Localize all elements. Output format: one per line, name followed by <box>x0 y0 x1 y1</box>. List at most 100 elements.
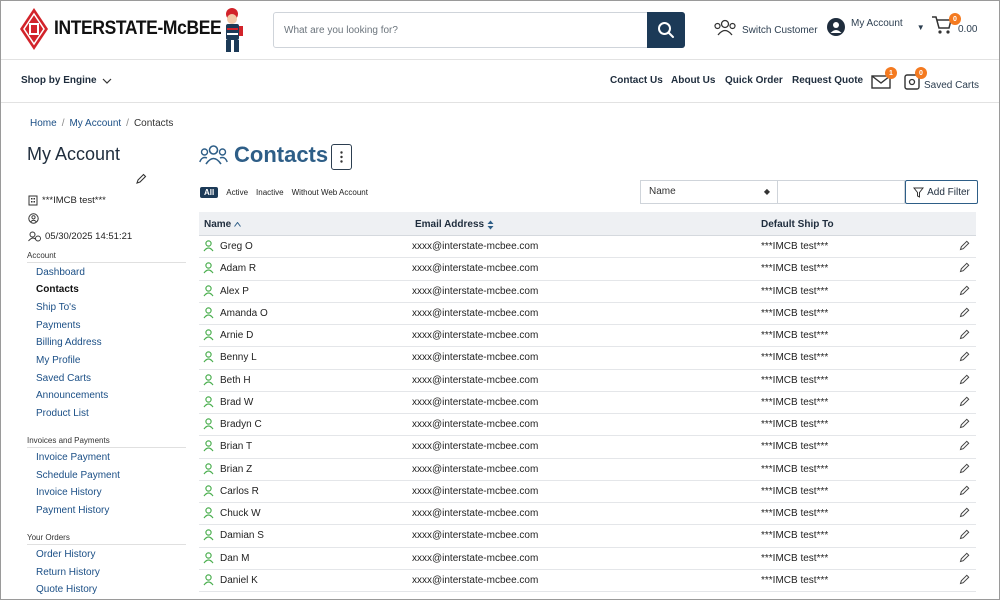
table-row[interactable]: Daniel K xxxx@interstate-mcbee.com ***IMCB… <box>199 570 976 592</box>
contact-name[interactable]: Dan M <box>220 553 249 564</box>
table-row[interactable]: Brian T xxxx@interstate-mcbee.com ***IMCB … <box>199 436 976 459</box>
edit-pencil-icon[interactable] <box>959 418 970 429</box>
edit-pencil-icon[interactable] <box>959 485 970 496</box>
sidebar-item-announcements[interactable]: Announcements <box>36 390 108 401</box>
my-account-menu[interactable]: My Account ▼ <box>826 17 925 37</box>
column-header-email[interactable]: Email Address <box>415 219 494 230</box>
edit-pencil-icon[interactable] <box>959 552 970 563</box>
sidebar-item-billing-address[interactable]: Billing Address <box>36 337 102 348</box>
table-row[interactable]: Benny L xxxx@interstate-mcbee.com ***IMCB … <box>199 347 976 370</box>
table-row[interactable]: Carlos R xxxx@interstate-mcbee.com ***IMCB… <box>199 481 976 503</box>
filter-tab-inactive[interactable]: Inactive <box>256 188 284 197</box>
sidebar-item-my-profile[interactable]: My Profile <box>36 355 80 366</box>
contact-ship-to: ***IMCB test*** <box>761 374 829 386</box>
contact-name[interactable]: Adam R <box>220 263 256 274</box>
edit-pencil-icon[interactable] <box>959 351 970 362</box>
contact-email: xxxx@interstate-mcbee.com <box>412 285 539 297</box>
contact-name[interactable]: Arnie D <box>220 330 253 341</box>
add-filter-label: Add Filter <box>927 186 970 198</box>
sidebar-item-quote-history[interactable]: Quote History <box>36 584 97 595</box>
edit-pencil-icon[interactable] <box>959 307 970 318</box>
contacts-group-icon <box>199 145 228 165</box>
sidebar-item-saved-carts[interactable]: Saved Carts <box>36 373 91 384</box>
contact-name[interactable]: Beth H <box>220 375 251 386</box>
search-input[interactable] <box>274 13 647 47</box>
sidebar-item-dashboard[interactable]: Dashboard <box>36 267 85 278</box>
sidebar-item-schedule-payment[interactable]: Schedule Payment <box>36 470 120 481</box>
table-row[interactable]: Alex P xxxx@interstate-mcbee.com ***IMCB t… <box>199 281 976 303</box>
breadcrumb-my-account[interactable]: My Account <box>69 118 121 129</box>
nav-request-quote[interactable]: Request Quote <box>792 75 863 86</box>
cart-button[interactable]: 0 0.00 <box>931 13 977 35</box>
edit-pencil-icon[interactable] <box>959 529 970 540</box>
edit-pencil-icon[interactable] <box>959 329 970 340</box>
table-row[interactable]: Amanda O xxxx@interstate-mcbee.com ***IMCB… <box>199 303 976 325</box>
edit-pencil-icon[interactable] <box>959 440 970 451</box>
table-row[interactable]: Brian Z xxxx@interstate-mcbee.com ***IMCB … <box>199 459 976 481</box>
contact-name[interactable]: Chuck W <box>220 508 261 519</box>
sidebar-item-contacts[interactable]: Contacts <box>36 284 79 295</box>
column-header-name[interactable]: Name <box>204 219 242 230</box>
sidebar-item-return-history[interactable]: Return History <box>36 567 100 578</box>
sidebar-item-payments[interactable]: Payments <box>36 320 80 331</box>
edit-pencil-icon[interactable] <box>959 574 970 585</box>
sidebar-item-invoice-payment[interactable]: Invoice Payment <box>36 452 110 463</box>
more-actions-button[interactable] <box>331 144 352 170</box>
column-header-ship-to[interactable]: Default Ship To <box>761 219 834 230</box>
table-row[interactable]: Greg O xxxx@interstate-mcbee.com ***IMCB t… <box>199 236 976 259</box>
contact-name[interactable]: Benny L <box>220 352 257 363</box>
contact-name[interactable]: Greg O <box>220 241 253 252</box>
contact-name[interactable]: Brad W <box>220 397 253 408</box>
table-row[interactable]: Brad W xxxx@interstate-mcbee.com ***IMCB t… <box>199 392 976 414</box>
saved-carts-button[interactable]: 0 Saved Carts <box>904 67 979 91</box>
edit-pencil-icon[interactable] <box>959 285 970 296</box>
search-button[interactable] <box>647 12 685 48</box>
edit-pencil-icon[interactable] <box>959 463 970 474</box>
contact-name[interactable]: Bradyn C <box>220 419 262 430</box>
brand-logo[interactable]: INTERSTATE-McBEE <box>19 7 236 51</box>
contact-name[interactable]: Carlos R <box>220 486 259 497</box>
filter-tab-active[interactable]: Active <box>226 188 248 197</box>
contact-name[interactable]: Brian Z <box>220 464 252 475</box>
edit-pencil-icon[interactable] <box>959 507 970 518</box>
nav-contact-us[interactable]: Contact Us <box>610 75 663 86</box>
table-row[interactable]: Adam R xxxx@interstate-mcbee.com ***IMCB t… <box>199 258 976 281</box>
table-row[interactable]: Dan M xxxx@interstate-mcbee.com ***IMCB te… <box>199 548 976 570</box>
edit-pencil-icon[interactable] <box>959 262 970 273</box>
sidebar-item-ship-tos[interactable]: Ship To's <box>36 302 76 313</box>
edit-pencil-icon[interactable] <box>135 173 147 185</box>
contact-name[interactable]: Daniel K <box>220 575 258 586</box>
table-row[interactable]: Damian S xxxx@interstate-mcbee.com ***IMCB… <box>199 525 976 548</box>
contact-ship-to: ***IMCB test*** <box>761 552 829 564</box>
contact-name[interactable]: Brian T <box>220 441 252 452</box>
filter-tab-all[interactable]: All <box>200 187 219 198</box>
user-icon <box>203 351 214 363</box>
contact-email: xxxx@interstate-mcbee.com <box>412 574 539 586</box>
nav-about-us[interactable]: About Us <box>671 75 715 86</box>
sidebar-item-invoice-history[interactable]: Invoice History <box>36 487 102 498</box>
sidebar-item-order-history[interactable]: Order History <box>36 549 95 560</box>
contact-name[interactable]: Alex P <box>220 286 249 297</box>
nav-quick-order[interactable]: Quick Order <box>725 75 783 86</box>
switch-customer-button[interactable]: Switch Customer <box>713 19 818 37</box>
edit-pencil-icon[interactable] <box>959 374 970 385</box>
table-row[interactable]: Arnie D xxxx@interstate-mcbee.com ***IMCB … <box>199 325 976 348</box>
contact-name[interactable]: Amanda O <box>220 308 268 319</box>
shop-by-engine-menu[interactable]: Shop by Engine <box>21 75 112 86</box>
messages-button[interactable]: 1 <box>871 67 897 93</box>
edit-pencil-icon[interactable] <box>959 396 970 407</box>
sidebar-customer-name: ***IMCB test*** <box>42 195 106 206</box>
add-filter-button[interactable]: Add Filter <box>905 180 978 204</box>
sidebar-item-product-list[interactable]: Product List <box>36 408 89 419</box>
table-row[interactable]: Bradyn C xxxx@interstate-mcbee.com ***IMCB… <box>199 414 976 437</box>
filter-tab-without-web-account[interactable]: Without Web Account <box>292 188 368 197</box>
breadcrumb-home[interactable]: Home <box>30 118 57 129</box>
sidebar-item-payment-history[interactable]: Payment History <box>36 505 109 516</box>
filter-field-select[interactable]: Name ◆ <box>640 180 778 204</box>
table-row[interactable]: Beth H xxxx@interstate-mcbee.com ***IMCB t… <box>199 370 976 392</box>
contact-name[interactable]: Damian S <box>220 530 264 541</box>
edit-pencil-icon[interactable] <box>959 240 970 251</box>
table-row[interactable]: Chuck W xxxx@interstate-mcbee.com ***IMCB … <box>199 503 976 526</box>
filter-value-input[interactable] <box>778 180 905 204</box>
kebab-menu-icon <box>340 151 343 163</box>
